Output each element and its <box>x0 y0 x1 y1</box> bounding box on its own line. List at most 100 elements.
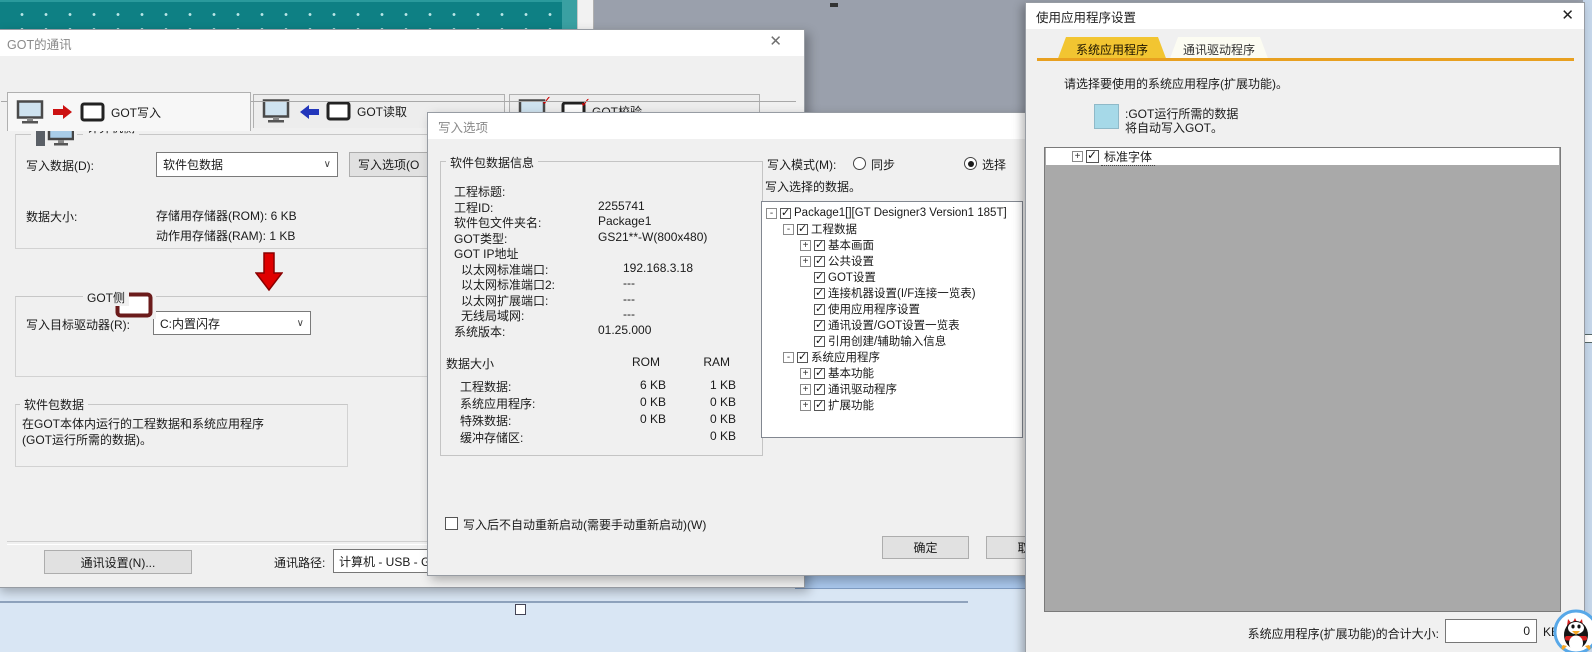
tree-row-label[interactable]: Package1[][GT Designer3 Version1 185T] <box>794 207 1007 219</box>
write-data-select[interactable]: 软件包数据 ∨ <box>156 152 338 177</box>
rom-size-text: 存储用存储器(ROM): 6 KB <box>156 207 297 224</box>
tree-row[interactable]: + 基本画面 <box>762 237 1022 253</box>
tree-expander-icon[interactable]: + <box>1072 151 1083 162</box>
tree-expander-icon[interactable]: - <box>783 352 794 363</box>
tree-row-label[interactable]: 基本画面 <box>828 237 874 253</box>
radio-sync-label[interactable]: 同步 <box>871 156 895 173</box>
tree-row-label[interactable]: 工程数据 <box>811 221 857 237</box>
tree-checkbox[interactable] <box>780 208 791 219</box>
tree-row[interactable]: 通讯设置/GOT设置一览表 <box>762 317 1022 333</box>
info-field-value: --- <box>623 307 635 321</box>
restart-checkbox[interactable] <box>445 517 458 530</box>
tree-checkbox[interactable] <box>814 368 825 379</box>
tree-row-label[interactable]: GOT设置 <box>828 269 876 285</box>
got-comm-close-icon[interactable]: ✕ <box>769 34 782 49</box>
info-field-value: --- <box>623 292 635 306</box>
tree-checkbox[interactable] <box>814 272 825 283</box>
canvas-scrollbar[interactable] <box>577 0 594 30</box>
tree-row-label[interactable]: 通讯设置/GOT设置一览表 <box>828 317 960 333</box>
tree-row[interactable]: GOT设置 <box>762 269 1022 285</box>
drive-select[interactable]: C:内置闪存 ∨ <box>153 311 311 335</box>
extended-function-list[interactable]: - 扩展功能 + 标准字体 <box>1044 147 1561 612</box>
info-field-row: 无线局域网: --- <box>448 307 748 323</box>
tree-row-label[interactable]: 系统应用程序 <box>811 349 880 365</box>
tree-checkbox[interactable] <box>797 352 808 363</box>
radio-sync[interactable] <box>853 157 866 170</box>
tree-checkbox[interactable] <box>814 256 825 267</box>
radio-select-label[interactable]: 选择 <box>982 156 1006 173</box>
tree-checkbox[interactable] <box>814 320 825 331</box>
info-field-label: GOT IP地址 <box>454 245 518 262</box>
package-data-desc-1: 在GOT本体内运行的工程数据和系统应用程序 <box>22 415 264 432</box>
tree-row[interactable]: + 扩展功能 <box>762 397 1022 413</box>
tree-row[interactable]: - 工程数据 <box>762 221 1022 237</box>
radio-select[interactable] <box>964 157 977 170</box>
info-field-value: 192.168.3.18 <box>623 261 693 275</box>
tree-row[interactable]: + 通讯驱动程序 <box>762 381 1022 397</box>
package-info-group-label: 软件包数据信息 <box>446 154 538 171</box>
tree-row[interactable]: 连接机器设置(I/F连接一览表) <box>762 285 1022 301</box>
right-strip-handle[interactable] <box>1584 334 1592 343</box>
tree-row[interactable]: - 系统应用程序 <box>762 349 1022 365</box>
info-field-label: 工程ID: <box>454 199 493 216</box>
tree-row-label[interactable]: 连接机器设置(I/F连接一览表) <box>828 285 976 301</box>
tree-checkbox[interactable] <box>814 240 825 251</box>
got-comm-titlebar[interactable]: GOT的通讯 <box>0 30 804 56</box>
tree-expander-icon[interactable]: + <box>800 384 811 395</box>
size-row: 特殊数据: 0 KB 0 KB <box>448 412 748 429</box>
tree-row-label[interactable]: 使用应用程序设置 <box>828 301 920 317</box>
info-field-row: 以太网扩展端口: --- <box>448 292 748 308</box>
comm-settings-button[interactable]: 通讯设置(N)... <box>44 550 192 574</box>
qq-penguin-icon[interactable] <box>1553 609 1592 652</box>
size-row-ram: 1 KB <box>666 378 736 392</box>
tree-checkbox[interactable] <box>797 224 808 235</box>
bottom-panel <box>0 586 1030 652</box>
write-options-titlebar[interactable]: 写入选项 <box>428 113 1076 139</box>
info-field-value: GS21**-W(800x480) <box>598 230 707 244</box>
size-row: 系统应用程序: 0 KB 0 KB <box>448 395 748 412</box>
app-settings-titlebar[interactable]: 使用应用程序设置 <box>1026 3 1584 29</box>
tree-checkbox[interactable] <box>1086 150 1099 163</box>
tree-row-label[interactable]: 扩展功能 <box>828 397 874 413</box>
tree-row-label[interactable]: 公共设置 <box>828 253 874 269</box>
app-settings-close-icon[interactable]: ✕ <box>1561 8 1574 23</box>
size-row-label: 系统应用程序: <box>460 397 535 411</box>
tree-expander-icon[interactable]: + <box>800 240 811 251</box>
tree-row[interactable]: - Package1[][GT Designer3 Version1 185T] <box>762 205 1022 221</box>
tree-expander-icon[interactable]: + <box>800 256 811 267</box>
tree-row[interactable]: + 公共设置 <box>762 253 1022 269</box>
tree-row-label[interactable]: 通讯驱动程序 <box>828 381 897 397</box>
tree-row-label[interactable]: 基本功能 <box>828 365 874 381</box>
tree-row[interactable]: 使用应用程序设置 <box>762 301 1022 317</box>
tree-expander-icon[interactable]: - <box>766 208 777 219</box>
write-data-value: 软件包数据 <box>163 156 223 173</box>
app-tree-row[interactable]: + 标准字体 <box>1046 148 1559 165</box>
size-table-label: 数据大小 <box>446 355 494 372</box>
tree-expander-icon[interactable]: + <box>800 368 811 379</box>
ram-column-header: RAM <box>666 355 730 369</box>
size-row-ram: 0 KB <box>666 412 736 426</box>
tree-checkbox[interactable] <box>814 336 825 347</box>
tree-row-label[interactable]: 引用创建/辅助输入信息 <box>828 333 946 349</box>
tree-expander-icon[interactable]: + <box>800 400 811 411</box>
size-row-ram: 0 KB <box>666 429 736 443</box>
package-info-fields: 工程标题: 工程ID: 2255741 软件包文件夹名: Package1 <box>448 183 748 338</box>
tree-expander-icon[interactable]: - <box>783 224 794 235</box>
comm-path-value: 计算机 - USB - G <box>339 553 430 570</box>
tree-checkbox[interactable] <box>814 288 825 299</box>
tree-checkbox[interactable] <box>814 304 825 315</box>
bottom-panel-handle[interactable] <box>515 604 526 615</box>
ok-button[interactable]: 确定 <box>882 536 969 559</box>
tree-checkbox[interactable] <box>814 384 825 395</box>
restart-checkbox-label[interactable]: 写入后不自动重新启动(需要手动重新启动)(W) <box>463 516 706 533</box>
tab-got-write[interactable]: GOT写入 <box>7 92 251 131</box>
tree-row[interactable]: 引用创建/辅助输入信息 <box>762 333 1022 349</box>
app-tree-row-label[interactable]: 标准字体 <box>1102 148 1154 165</box>
drawing-canvas <box>0 0 562 32</box>
app-settings-dialog: 使用应用程序设置 ✕ 系统应用程序 通讯驱动程序 请选择要使用的系统应用程序(扩… <box>1025 2 1585 652</box>
tree-row[interactable]: + 基本功能 <box>762 365 1022 381</box>
write-options-title: 写入选项 <box>428 117 488 136</box>
tree-checkbox[interactable] <box>814 400 825 411</box>
write-selection-tree[interactable]: - Package1[][GT Designer3 Version1 185T]… <box>761 201 1023 438</box>
size-row: 工程数据: 6 KB 1 KB <box>448 378 748 395</box>
